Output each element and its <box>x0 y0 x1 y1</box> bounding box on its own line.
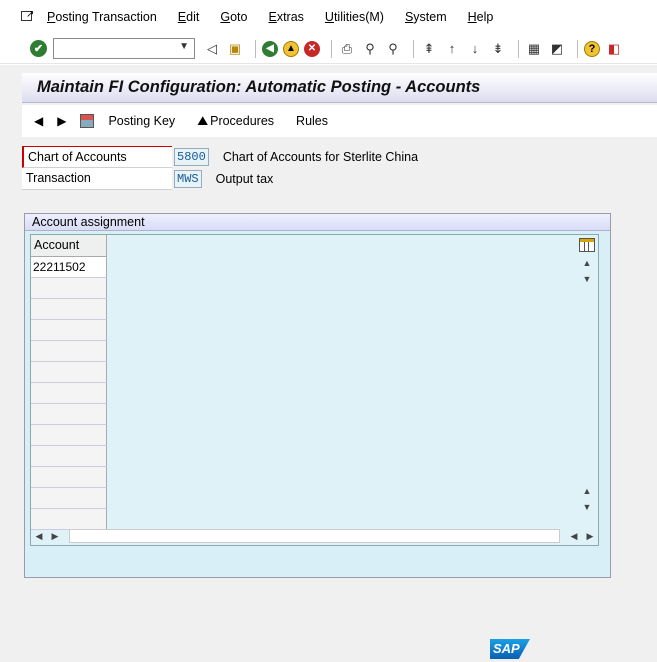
account-assignment-title: Account assignment <box>25 214 610 231</box>
first-page-icon[interactable]: ⇞ <box>420 40 438 58</box>
title-bar: Maintain FI Configuration: Automatic Pos… <box>22 73 657 103</box>
table-row[interactable] <box>31 404 107 425</box>
table-row[interactable] <box>31 383 107 404</box>
table-row[interactable] <box>31 467 107 488</box>
menu-bar: ↗ Posting Transaction Edit Goto Extras U… <box>0 0 657 34</box>
print-icon[interactable]: ⎙ <box>338 40 356 58</box>
page-title: Maintain FI Configuration: Automatic Pos… <box>37 78 481 96</box>
posting-key-label: Posting Key <box>108 114 176 128</box>
rules-label: Rules <box>296 114 329 128</box>
procedures-icon: ⛰ <box>197 113 209 128</box>
save-icon[interactable]: ▣ <box>226 40 244 58</box>
table-row[interactable] <box>31 425 107 446</box>
next-entry-icon[interactable]: ▶ <box>57 114 66 128</box>
scroll-left-end-icon[interactable]: ◀ <box>566 531 582 542</box>
last-page-icon[interactable]: ⇟ <box>489 40 507 58</box>
previous-page-icon[interactable]: ↑ <box>443 40 461 58</box>
procedures-label: Procedures <box>210 114 275 128</box>
table-row[interactable] <box>31 446 107 467</box>
account-rows: 22211502 <box>31 257 107 530</box>
toolbar-separator <box>255 39 256 58</box>
back-icon[interactable]: ◀ <box>262 40 278 57</box>
help-icon[interactable]: ? <box>584 40 600 57</box>
next-page-icon[interactable]: ↓ <box>466 40 484 58</box>
shortcut-icon[interactable]: ◩ <box>548 40 566 58</box>
previous-entry-icon[interactable]: ◀ <box>34 114 43 128</box>
exit-icon[interactable]: ▲ <box>283 40 299 57</box>
table-row[interactable] <box>31 278 107 299</box>
chart-of-accounts-label: Chart of Accounts <box>22 146 172 168</box>
posting-key-icon[interactable] <box>80 114 95 128</box>
command-field[interactable]: ▼ <box>53 38 195 59</box>
back-arrow-icon[interactable]: ◁ <box>203 40 221 58</box>
chart-of-accounts-description: Chart of Accounts for Sterlite China <box>222 150 419 164</box>
scroll-up-bottom-icon[interactable]: ▲ <box>578 483 596 499</box>
create-session-icon[interactable]: ▦ <box>525 40 543 58</box>
horizontal-scrollbar[interactable]: ◀ ▶ ◀ ▶ <box>31 527 598 545</box>
table-row[interactable] <box>31 362 107 383</box>
sap-logo: SAP <box>490 639 530 659</box>
transaction-label: Transaction <box>22 168 172 190</box>
account-assignment-group: Account assignment Account 22211502 ▲ ▼ … <box>24 213 611 578</box>
cancel-icon[interactable]: ✕ <box>304 40 320 57</box>
menu-extras[interactable]: Extras <box>268 10 303 24</box>
table-row[interactable] <box>31 299 107 320</box>
account-table: Account 22211502 ▲ ▼ ▲ ▼ ◀ ▶ ◀ ▶ <box>30 234 599 546</box>
menu-exit-icon[interactable]: ↗ <box>19 9 37 25</box>
toolbar-separator <box>577 39 578 58</box>
application-toolbar: ◀ ▶ Posting Key ⛰ Procedures Rules <box>22 105 657 137</box>
toolbar-separator <box>518 39 519 58</box>
table-row[interactable] <box>31 488 107 509</box>
rules-button[interactable]: Rules <box>296 114 328 128</box>
menu-goto[interactable]: Goto <box>220 10 247 24</box>
scroll-left-icon[interactable]: ◀ <box>31 531 47 542</box>
menu-edit[interactable]: Edit <box>178 10 200 24</box>
transaction-description: Output tax <box>215 172 274 186</box>
chart-of-accounts-value[interactable]: 5800 <box>174 148 209 166</box>
toolbar-separator <box>331 39 332 58</box>
scroll-right-end-icon[interactable]: ▶ <box>582 531 598 542</box>
main-area: Maintain FI Configuration: Automatic Pos… <box>0 65 657 662</box>
table-row[interactable]: 22211502 <box>31 257 107 278</box>
chart-of-accounts-row: Chart of Accounts 5800 Chart of Accounts… <box>22 146 418 168</box>
find-next-icon[interactable]: ⚲ <box>384 40 402 58</box>
table-row[interactable] <box>31 320 107 341</box>
table-row[interactable] <box>31 341 107 362</box>
customize-layout-icon[interactable]: ◧ <box>605 40 623 58</box>
transaction-row: Transaction MWS Output tax <box>22 168 273 190</box>
scroll-down-bottom-icon[interactable]: ▼ <box>578 499 596 515</box>
posting-key-button[interactable]: Posting Key <box>108 114 175 128</box>
table-settings-icon[interactable] <box>579 238 595 252</box>
account-column-header[interactable]: Account <box>31 235 107 257</box>
enter-icon[interactable]: ✔ <box>30 40 47 57</box>
menu-utilities[interactable]: Utilities(M) <box>325 10 384 24</box>
scroll-down-icon[interactable]: ▼ <box>578 271 596 287</box>
menu-help[interactable]: Help <box>468 10 494 24</box>
scroll-up-icon[interactable]: ▲ <box>578 255 596 271</box>
procedures-button[interactable]: ⛰ Procedures <box>197 113 274 129</box>
scroll-right-icon[interactable]: ▶ <box>47 531 63 542</box>
scroll-track[interactable] <box>578 287 596 483</box>
menu-system[interactable]: System <box>405 10 447 24</box>
chevron-down-icon[interactable]: ▼ <box>179 41 189 52</box>
toolbar-separator <box>413 39 414 58</box>
menu-posting-transaction[interactable]: Posting Transaction <box>47 10 157 24</box>
transaction-value[interactable]: MWS <box>174 170 202 188</box>
find-icon[interactable]: ⚲ <box>361 40 379 58</box>
standard-toolbar: ✔ ▼ ◁ ▣ ◀ ▲ ✕ ⎙ ⚲ ⚲ ⇞ ↑ ↓ ⇟ ▦ ◩ ? ◧ <box>0 34 657 64</box>
horizontal-scroll-track[interactable] <box>69 529 560 543</box>
vertical-scrollbar[interactable]: ▲ ▼ ▲ ▼ <box>578 235 596 527</box>
